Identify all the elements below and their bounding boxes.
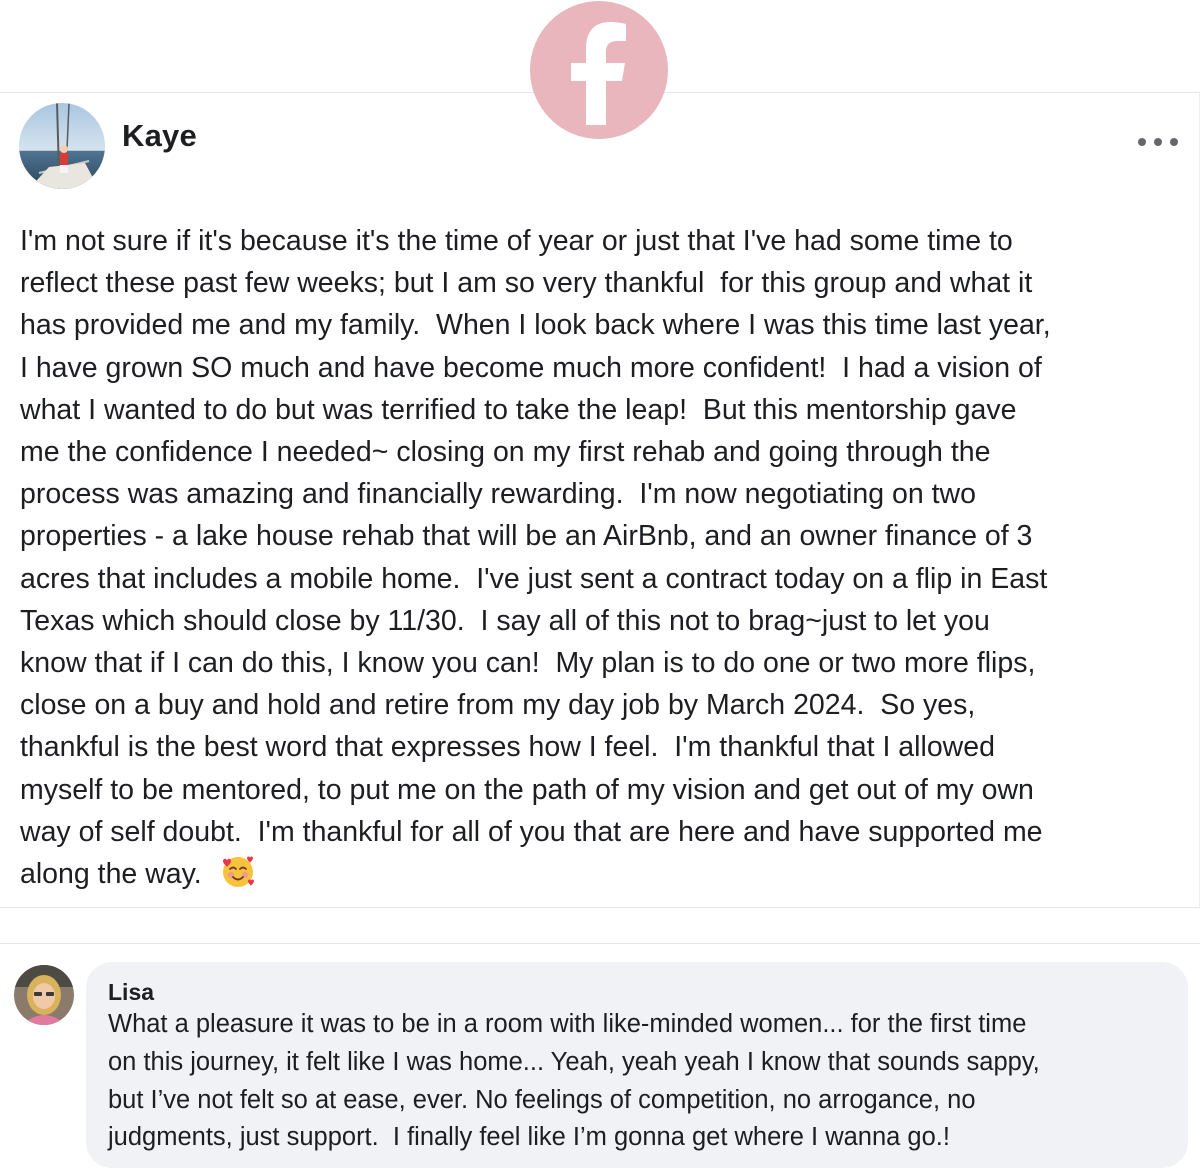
comment-bubble: Lisa What a pleasure it was to be in a r…: [86, 962, 1188, 1168]
comment-line: judgments, just support. I finally feel …: [108, 1123, 950, 1152]
post-line: I have grown SO much and have become muc…: [20, 351, 1042, 384]
comment-text: What a pleasure it was to be in a room w…: [108, 1006, 1178, 1157]
dot: [1138, 138, 1146, 146]
smiling-face-with-hearts-icon: [220, 853, 256, 901]
post-line: what I wanted to do but was terrified to…: [20, 393, 1017, 426]
post-line: thankful is the best word that expresses…: [20, 731, 995, 764]
author-name[interactable]: Kaye: [122, 118, 197, 154]
post-line: I'm not sure if it's because it's the ti…: [20, 225, 1013, 257]
dot: [1170, 138, 1178, 146]
author-avatar[interactable]: [19, 103, 105, 189]
commenter-avatar[interactable]: [14, 965, 74, 1025]
post-line: acres that includes a mobile home. I've …: [20, 562, 1048, 595]
post-line: has provided me and my family. When I lo…: [20, 309, 1051, 342]
facebook-logo-icon: [530, 1, 668, 139]
more-options-icon[interactable]: [1138, 130, 1178, 154]
post-line: properties - a lake house rehab that wil…: [20, 520, 1033, 553]
comment-line: on this journey, it felt like I was home…: [108, 1047, 1040, 1076]
comment-line: What a pleasure it was to be in a room w…: [108, 1010, 1027, 1038]
post-line: close on a buy and hold and retire from …: [20, 689, 976, 722]
dot: [1154, 138, 1162, 146]
commenter-name[interactable]: Lisa: [108, 979, 154, 1006]
post-text: I'm not sure if it's because it's the ti…: [20, 220, 1198, 901]
post-line: along the way.: [20, 858, 202, 891]
post-line: myself to be mentored, to put me on the …: [20, 773, 1034, 806]
post-line: reflect these past few weeks; but I am s…: [20, 267, 1033, 300]
post-line-last: along the way.: [20, 853, 1198, 901]
post-line: process was amazing and financially rewa…: [20, 478, 976, 511]
comment-line: but I’ve not felt so at ease, ever. No f…: [108, 1085, 976, 1114]
post-line: Texas which should close by 11/30. I say…: [20, 604, 990, 637]
post-line: me the confidence I needed~ closing on m…: [20, 436, 991, 469]
post-line: way of self doubt. I'm thankful for all …: [20, 815, 1043, 848]
post-line: know that if I can do this, I know you c…: [20, 647, 1036, 680]
